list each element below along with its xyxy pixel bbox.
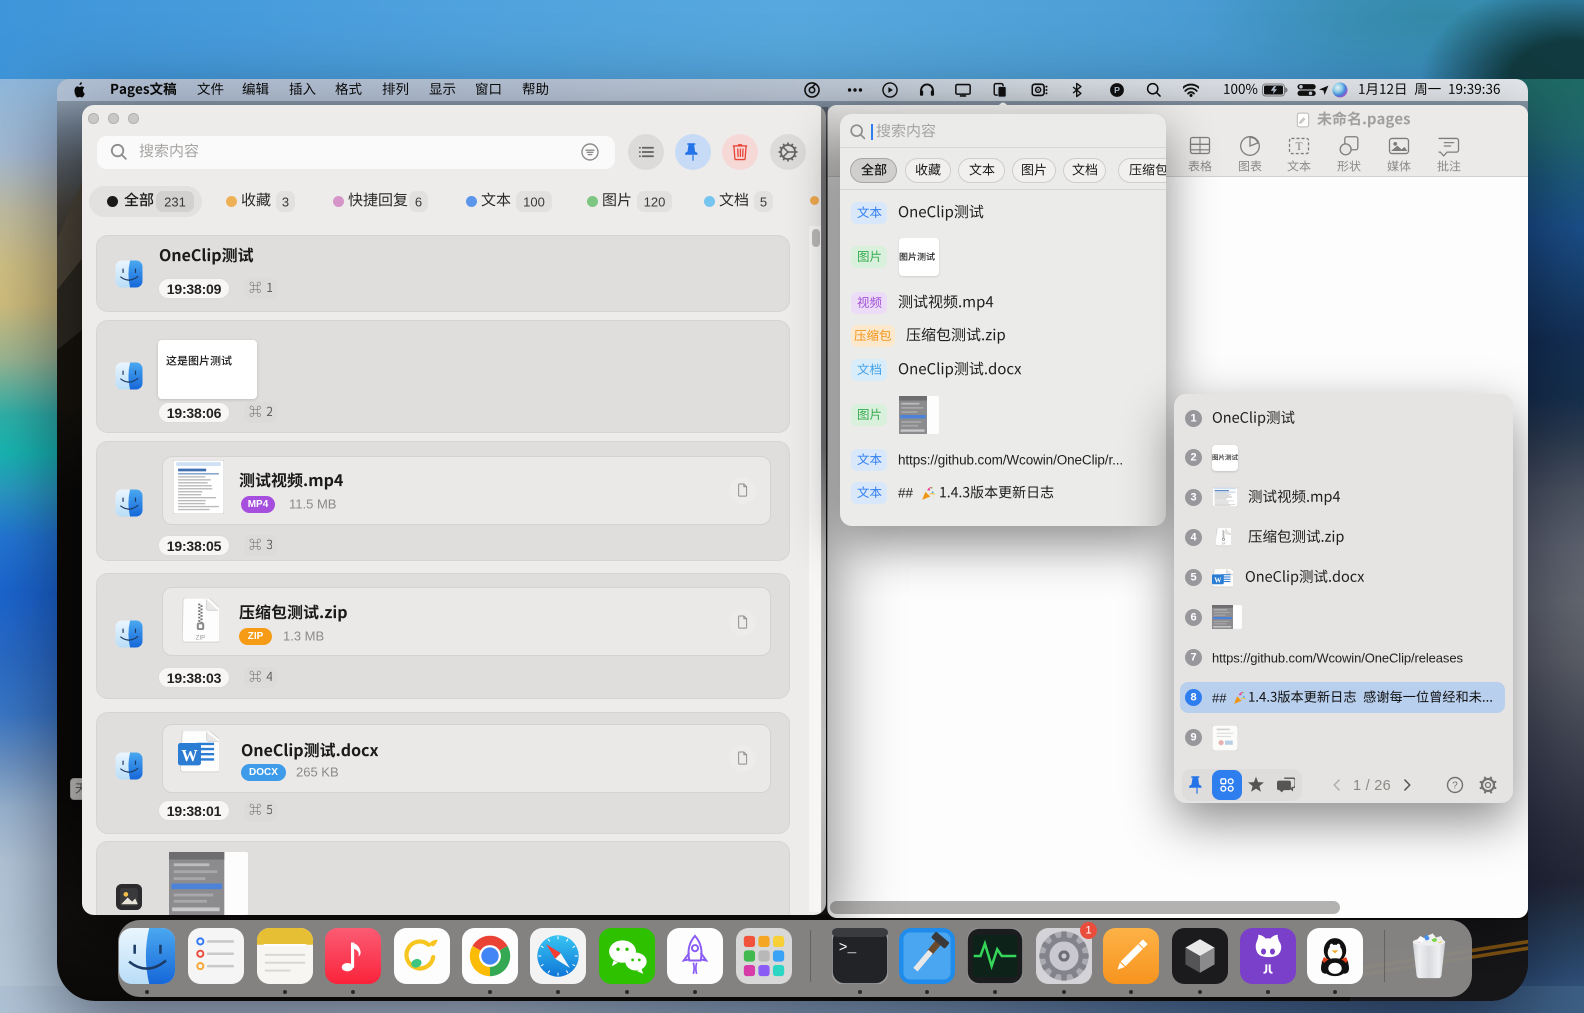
svg-text:>_: >_ (839, 941, 857, 957)
svg-text:T: T (1295, 141, 1302, 153)
svg-text:W: W (181, 746, 198, 765)
svg-text:P: P (1114, 85, 1120, 95)
svg-text:ZIP: ZIP (196, 634, 206, 641)
svg-text:W: W (1214, 576, 1222, 584)
svg-text:ZIP: ZIP (1222, 542, 1226, 545)
svg-text:?: ? (1452, 780, 1458, 791)
